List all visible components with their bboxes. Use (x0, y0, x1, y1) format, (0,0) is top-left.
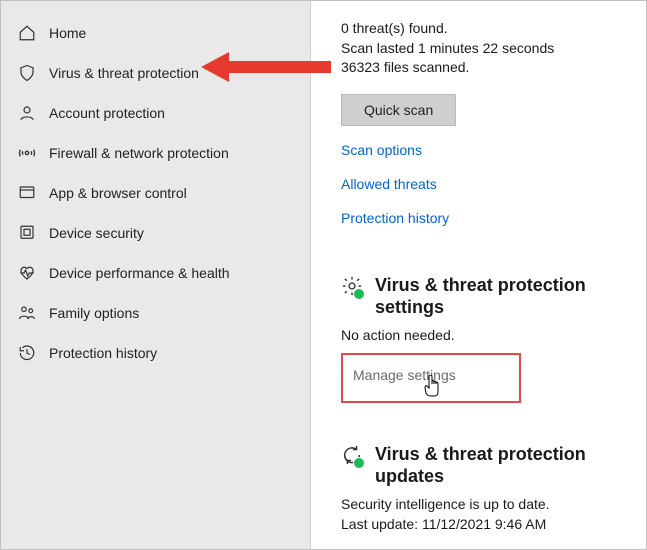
refresh-icon (341, 443, 363, 467)
allowed-threats-link[interactable]: Allowed threats (341, 176, 626, 192)
home-icon (17, 23, 37, 43)
sidebar-item-device-security[interactable]: Device security (1, 215, 310, 251)
account-icon (17, 103, 37, 123)
sidebar-item-app-browser[interactable]: App & browser control (1, 175, 310, 211)
settings-section: Virus & threat protection settings No ac… (341, 274, 626, 403)
device-security-icon (17, 223, 37, 243)
scan-options-link[interactable]: Scan options (341, 142, 626, 158)
sidebar-item-label: Protection history (49, 345, 157, 361)
sidebar-item-label: Firewall & network protection (49, 145, 229, 161)
sidebar-item-label: Device performance & health (49, 265, 230, 281)
status-ok-badge (353, 288, 365, 300)
threats-found-text: 0 threat(s) found. (341, 19, 626, 39)
sidebar-item-label: App & browser control (49, 185, 187, 201)
sidebar-item-family[interactable]: Family options (1, 295, 310, 331)
sidebar-item-home[interactable]: Home (1, 15, 310, 51)
sidebar-item-performance[interactable]: Device performance & health (1, 255, 310, 291)
window-root: Home Virus & threat protection Account p… (0, 0, 647, 550)
shield-icon (17, 63, 37, 83)
history-icon (17, 343, 37, 363)
status-ok-badge (353, 457, 365, 469)
last-update-text: Last update: 11/12/2021 9:46 AM (341, 516, 626, 532)
main-content: 0 threat(s) found. Scan lasted 1 minutes… (311, 1, 646, 549)
app-browser-icon (17, 183, 37, 203)
sidebar-item-label: Family options (49, 305, 139, 321)
annotation-highlight-box: Manage settings (341, 353, 521, 403)
sidebar-item-label: Virus & threat protection (49, 65, 199, 81)
updates-section-subtitle: Security intelligence is up to date. (341, 496, 626, 512)
gear-icon (341, 274, 363, 298)
updates-section-title: Virus & threat protection updates (375, 443, 626, 488)
sidebar-item-label: Device security (49, 225, 144, 241)
scan-links: Scan options Allowed threats Protection … (341, 142, 626, 226)
quick-scan-button[interactable]: Quick scan (341, 94, 456, 126)
scan-duration-text: Scan lasted 1 minutes 22 seconds (341, 39, 626, 59)
sidebar-item-protection-history[interactable]: Protection history (1, 335, 310, 371)
files-scanned-text: 36323 files scanned. (341, 58, 626, 78)
family-icon (17, 303, 37, 323)
settings-section-subtitle: No action needed. (341, 327, 626, 343)
protection-history-link[interactable]: Protection history (341, 210, 626, 226)
sidebar-item-label: Account protection (49, 105, 165, 121)
sidebar: Home Virus & threat protection Account p… (1, 1, 311, 549)
sidebar-item-virus-threat[interactable]: Virus & threat protection (1, 55, 310, 91)
sidebar-item-account[interactable]: Account protection (1, 95, 310, 131)
sidebar-item-label: Home (49, 25, 86, 41)
settings-section-title: Virus & threat protection settings (375, 274, 626, 319)
updates-section: Virus & threat protection updates Securi… (341, 443, 626, 532)
heart-pulse-icon (17, 263, 37, 283)
sidebar-item-firewall[interactable]: Firewall & network protection (1, 135, 310, 171)
firewall-icon (17, 143, 37, 163)
manage-settings-link[interactable]: Manage settings (353, 367, 456, 383)
manage-settings-label: Manage settings (353, 367, 456, 383)
